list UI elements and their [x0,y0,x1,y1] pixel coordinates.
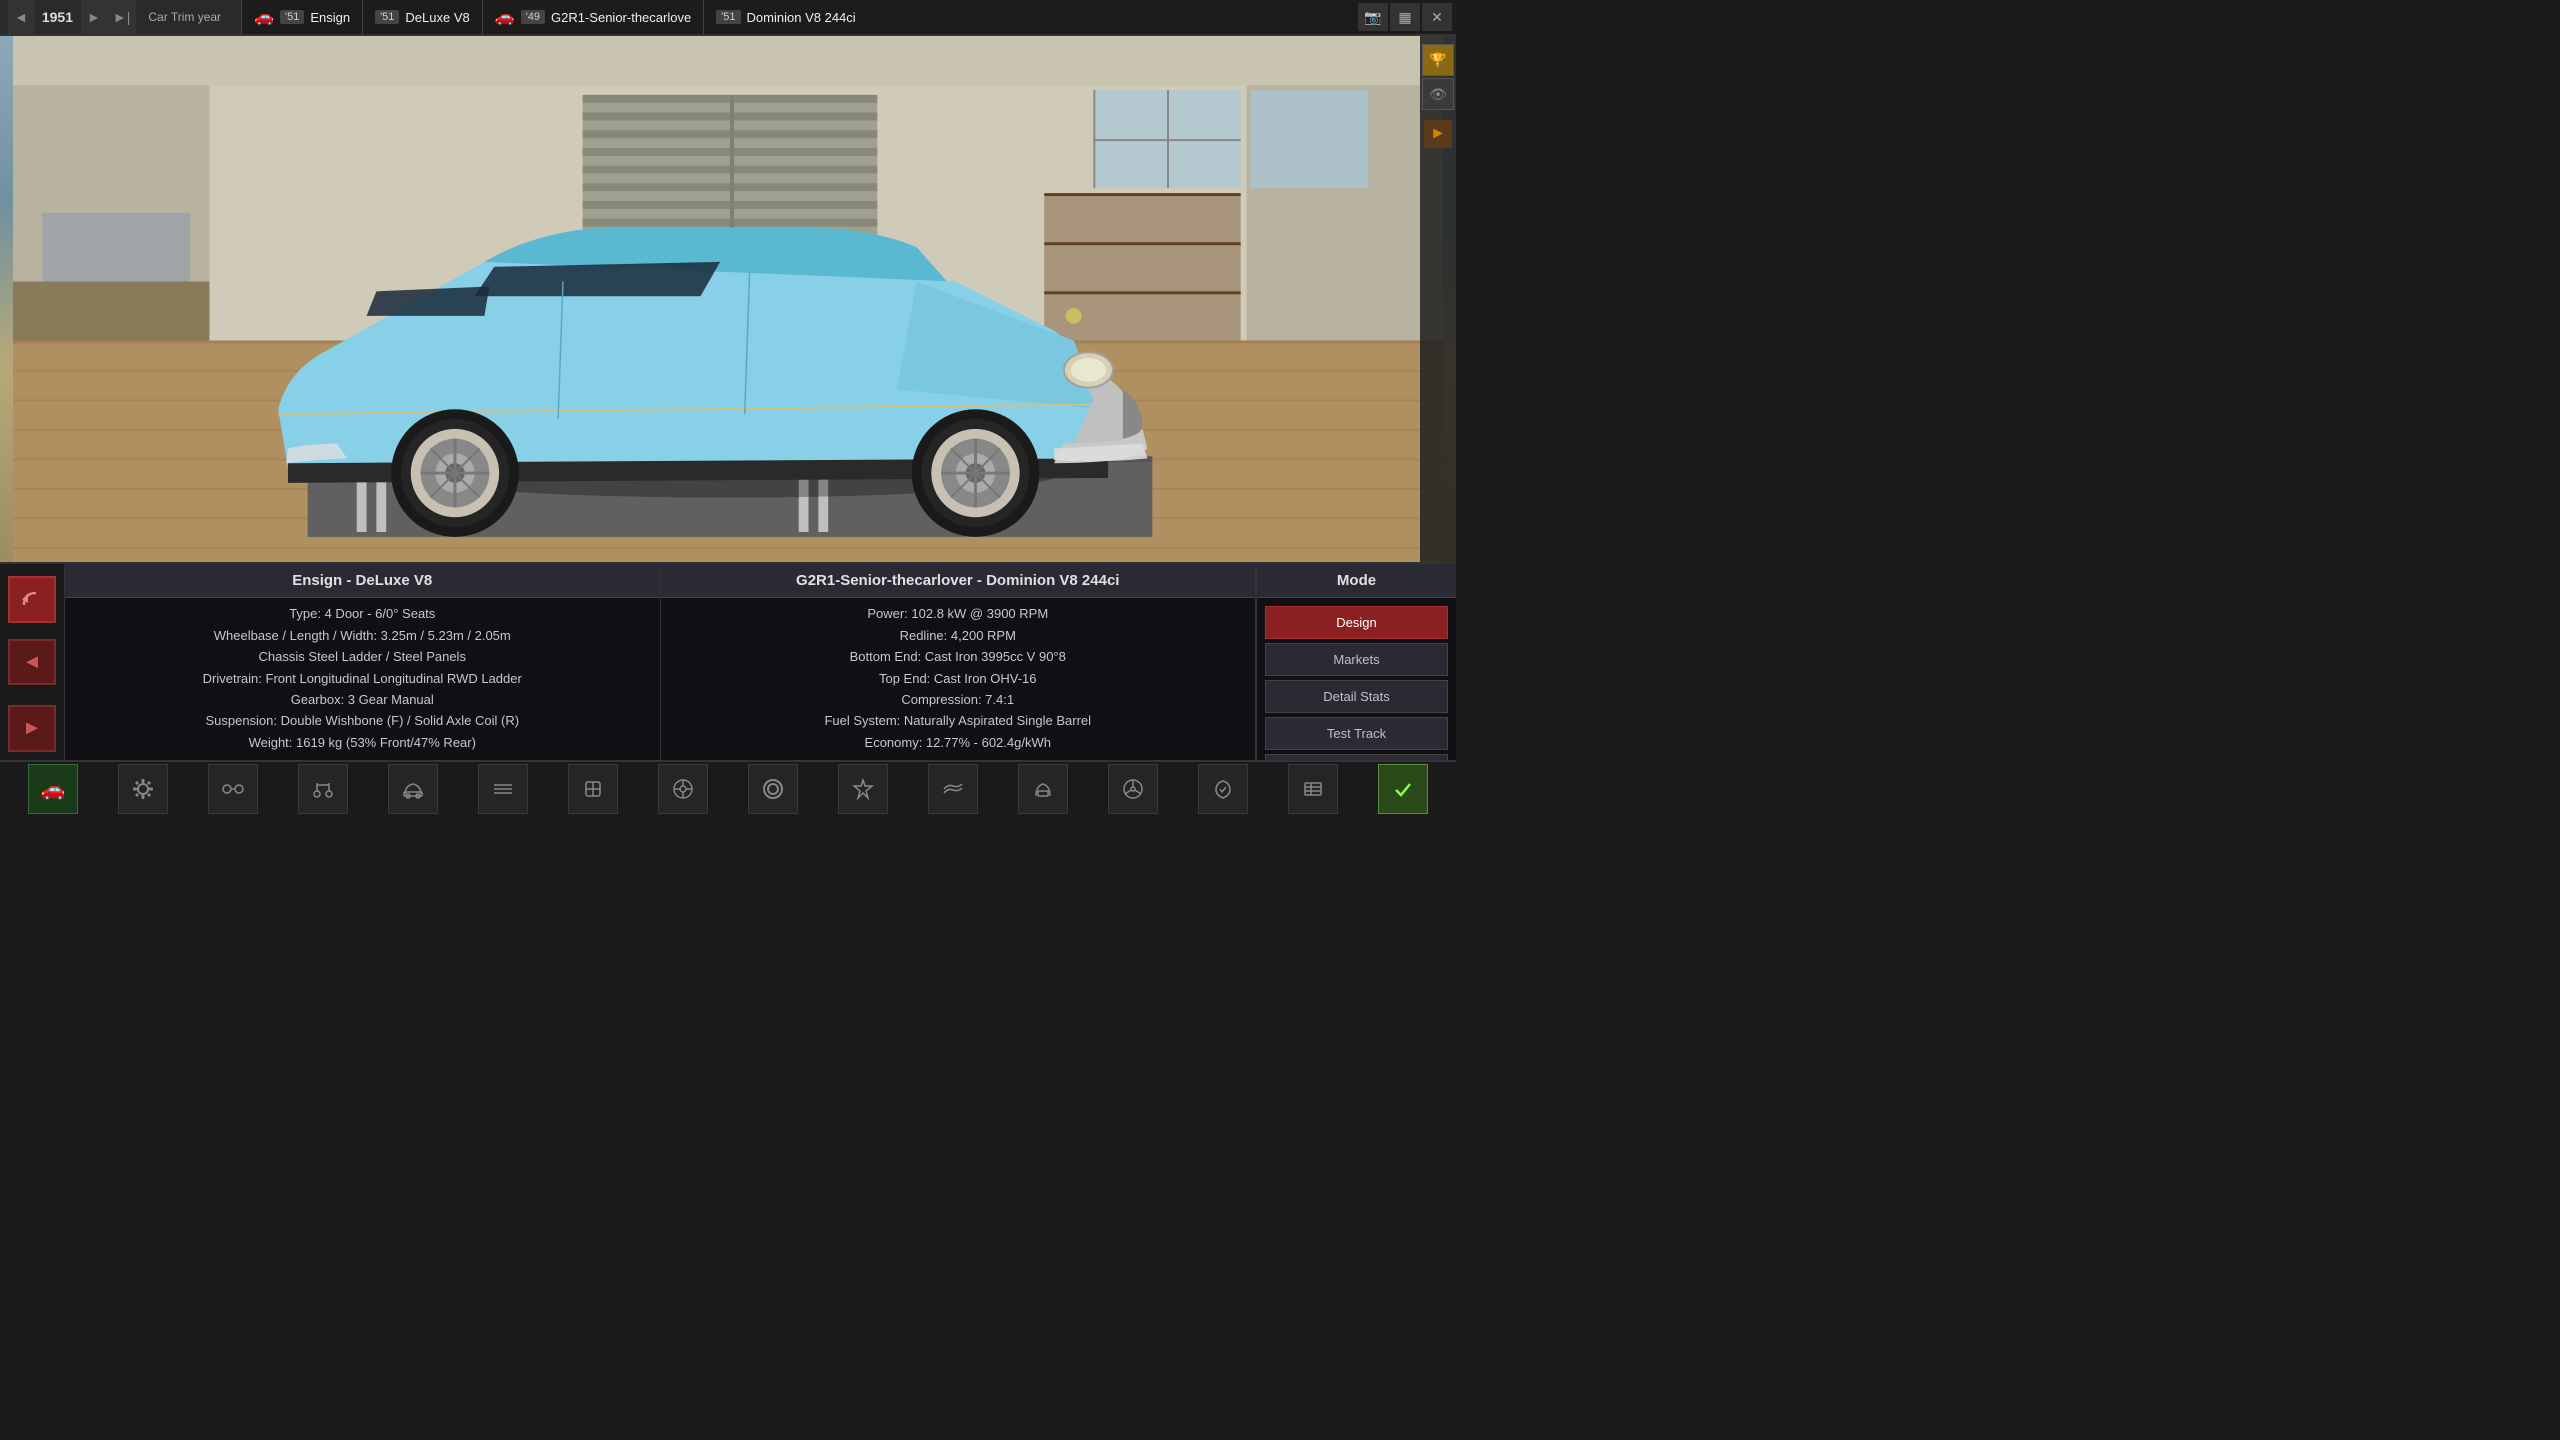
year-tag-2: '51 [375,10,399,24]
mode-header: Mode [1257,564,1456,598]
interior-tab-button[interactable] [1018,764,1068,814]
steering-tab-button[interactable] [1108,764,1158,814]
segment-deluxe[interactable]: '51 DeLuxe V8 [362,0,482,34]
taskbar: 🚗 [0,760,1456,816]
car-trim-year-label: Car Trim year [136,10,233,24]
stat-row-type: Type: 4 Door - 6/0° Seats [81,604,644,625]
g2r1-name: G2R1-Senior-thecarlove [551,10,691,25]
stat-row-chassis: Chassis Steel Ladder / Steel Panels [81,647,644,668]
stat-row-drivetrain: Drivetrain: Front Longitudinal Longitudi… [81,669,644,690]
engine-cog-tab-button[interactable] [118,764,168,814]
deluxe-name: DeLuxe V8 [405,10,469,25]
tires-tab-button[interactable] [748,764,798,814]
stat-row-power: Power: 102.8 kW @ 3900 RPM [677,604,1240,625]
ensign-name: Ensign [310,10,350,25]
top-bar-left: ◄ 1951 ► ►| Car Trim year [0,0,241,34]
stat-row-redline: Redline: 4,200 RPM [677,626,1240,647]
test-track-mode-button[interactable]: Test Track [1265,717,1448,750]
year-tag-3: '49 [521,10,545,24]
stat-row-gearbox: Gearbox: 3 Gear Manual [81,690,644,711]
stat-row-fuel: Fuel System: Naturally Aspirated Single … [677,711,1240,732]
car-icon-2: 🚗 [495,7,515,27]
design-mode-button[interactable]: Design [1265,606,1448,639]
next-car-button[interactable]: ► [8,705,56,752]
nav-back-button[interactable]: ◄ [8,0,34,34]
stat-row-dimensions: Wheelbase / Length / Width: 3.25m / 5.23… [81,626,644,647]
bottom-left-icons: ◄ ► [0,564,65,760]
gearbox-tab-button[interactable] [568,764,618,814]
stats-left-body: Type: 4 Door - 6/0° Seats Wheelbase / Le… [65,598,660,760]
screenshot-button[interactable]: 📷 [1358,3,1388,31]
car-icon-1: 🚗 [254,7,274,27]
nav-forward-button[interactable]: ► [81,0,107,34]
top-bar: ◄ 1951 ► ►| Car Trim year 🚗 '51 Ensign '… [0,0,1456,36]
markets-mode-button[interactable]: Markets [1265,643,1448,676]
stat-row-compression: Compression: 7.4:1 [677,690,1240,711]
stats-left-header: Ensign - DeLuxe V8 [65,564,660,598]
segment-g2r1[interactable]: 🚗 '49 G2R1-Senior-thecarlove [482,0,703,34]
suspension-tab-button[interactable] [298,764,348,814]
main-3d-view [0,36,1456,586]
back-icon-button[interactable] [8,576,56,623]
car-front-tab-button[interactable] [388,764,438,814]
stats-right-body: Power: 102.8 kW @ 3900 RPM Redline: 4,20… [661,598,1256,760]
expand-arrow-button[interactable]: ► [1424,120,1452,148]
wheels-tab-button[interactable] [658,764,708,814]
award-icon-button[interactable]: 🏆 [1422,44,1454,76]
eye-button[interactable]: 👁 [1422,78,1454,110]
advanced-tab-button[interactable] [1288,764,1338,814]
stats-left-column: Ensign - DeLuxe V8 Type: 4 Door - 6/0° S… [65,564,660,760]
year-tag-4: '51 [716,10,740,24]
safety-tab-button[interactable] [1198,764,1248,814]
stat-row-economy: Economy: 12.77% - 602.4g/kWh [677,733,1240,754]
aero-tab-button[interactable] [928,764,978,814]
exhaust-tab-button[interactable] [478,764,528,814]
grid-button[interactable]: ▦ [1390,3,1420,31]
prev-car-button[interactable]: ◄ [8,639,56,686]
segment-dominion[interactable]: '51 Dominion V8 244ci [703,0,867,34]
mode-panel: Mode Design Markets Detail Stats Test Tr… [1256,564,1456,760]
dominion-name: Dominion V8 244ci [747,10,856,25]
stat-row-suspension: Suspension: Double Wishbone (F) / Solid … [81,711,644,732]
car-body-tab-button[interactable]: 🚗 [28,764,78,814]
stat-row-top-end: Top End: Cast Iron OHV-16 [677,669,1240,690]
bottom-panel: ◄ ► Ensign - DeLuxe V8 Type: 4 Door - 6/… [0,562,1456,760]
stats-right-column: G2R1-Senior-thecarlover - Dominion V8 24… [661,564,1256,760]
close-button[interactable]: ✕ [1422,3,1452,31]
confirm-button[interactable] [1378,764,1428,814]
stat-row-bottom-end: Bottom End: Cast Iron 3995cc V 90°8 [677,647,1240,668]
year-display: 1951 [34,9,81,25]
segment-ensign[interactable]: 🚗 '51 Ensign [241,0,362,34]
stat-row-weight: Weight: 1619 kg (53% Front/47% Rear) [81,733,644,754]
year-tag-1: '51 [280,10,304,24]
stats-right-header: G2R1-Senior-thecarlover - Dominion V8 24… [661,564,1256,598]
brakes-tab-button[interactable] [838,764,888,814]
nav-end-button[interactable]: ►| [107,0,137,34]
detail-stats-mode-button[interactable]: Detail Stats [1265,680,1448,713]
top-bar-right: 📷 ▦ ✕ [1358,0,1456,34]
drivetrain-tab-button[interactable] [208,764,258,814]
